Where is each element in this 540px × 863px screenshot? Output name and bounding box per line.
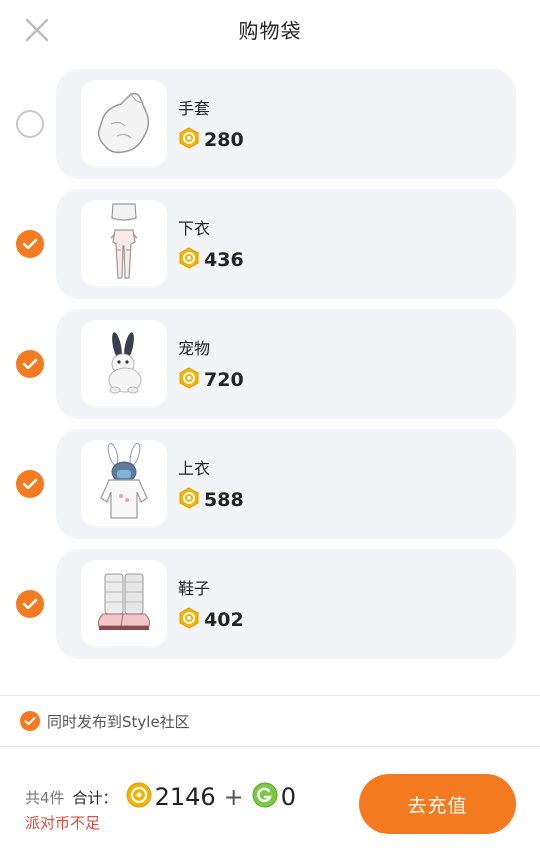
- cart-item: 宠物 720: [0, 309, 540, 419]
- divider: [0, 746, 540, 747]
- gem-total: 0: [280, 783, 297, 811]
- item-card[interactable]: 上衣 588: [56, 429, 516, 539]
- bunny-pet-icon: [81, 320, 167, 406]
- item-select-checkbox[interactable]: [16, 110, 44, 138]
- item-price: 436: [178, 247, 244, 273]
- coin-icon: [178, 367, 200, 393]
- price-value: 280: [204, 129, 244, 151]
- item-name: 手套: [178, 99, 211, 118]
- item-count: 共4件: [25, 788, 65, 807]
- item-select-checkbox[interactable]: [16, 230, 44, 258]
- item-card[interactable]: 下衣 436: [56, 189, 516, 299]
- divider: [0, 695, 540, 696]
- item-card[interactable]: 手套 280: [56, 69, 516, 179]
- bunny-hoodie-icon: [81, 440, 167, 526]
- item-name: 上衣: [178, 459, 211, 478]
- gem-icon: [252, 782, 278, 812]
- publish-to-community-toggle[interactable]: 同时发布到Style社区: [20, 708, 190, 734]
- item-price: 720: [178, 367, 244, 393]
- check-icon[interactable]: [20, 711, 40, 731]
- order-summary: 共4件 合计： 2146 + 0: [25, 782, 296, 812]
- coin-icon: [178, 127, 200, 153]
- price-value: 720: [204, 369, 244, 391]
- cart-item: 手套 280: [0, 69, 540, 179]
- price-value: 588: [204, 489, 244, 511]
- cart-item: 鞋子 402: [0, 549, 540, 659]
- insufficient-balance-warning: 派对币不足: [25, 814, 101, 832]
- coin-icon: [126, 782, 152, 812]
- item-select-checkbox[interactable]: [16, 470, 44, 498]
- item-name: 下衣: [178, 219, 211, 238]
- price-value: 402: [204, 609, 244, 631]
- total-label: 合计：: [72, 788, 118, 807]
- price-value: 436: [204, 249, 244, 271]
- boots-icon: [81, 560, 167, 646]
- coin-icon: [178, 607, 200, 633]
- item-price: 588: [178, 487, 244, 513]
- recharge-button[interactable]: 去充值: [359, 774, 516, 834]
- header-bar: 购物袋: [0, 0, 540, 58]
- coin-icon: [178, 487, 200, 513]
- plus-sign: +: [223, 783, 244, 811]
- close-icon[interactable]: [22, 15, 52, 45]
- glove-icon: [81, 80, 167, 166]
- item-price: 280: [178, 127, 244, 153]
- coin-total: 2146: [154, 783, 216, 811]
- cart-item: 上衣 588: [0, 429, 540, 539]
- item-price: 402: [178, 607, 244, 633]
- coin-icon: [178, 247, 200, 273]
- bottoms-icon: [81, 200, 167, 286]
- item-name: 鞋子: [178, 579, 211, 598]
- page-title: 购物袋: [238, 18, 302, 43]
- item-card[interactable]: 鞋子 402: [56, 549, 516, 659]
- publish-label: 同时发布到Style社区: [47, 712, 190, 731]
- item-name: 宠物: [178, 339, 211, 358]
- item-select-checkbox[interactable]: [16, 350, 44, 378]
- cart-item: 下衣 436: [0, 189, 540, 299]
- item-card[interactable]: 宠物 720: [56, 309, 516, 419]
- item-select-checkbox[interactable]: [16, 590, 44, 618]
